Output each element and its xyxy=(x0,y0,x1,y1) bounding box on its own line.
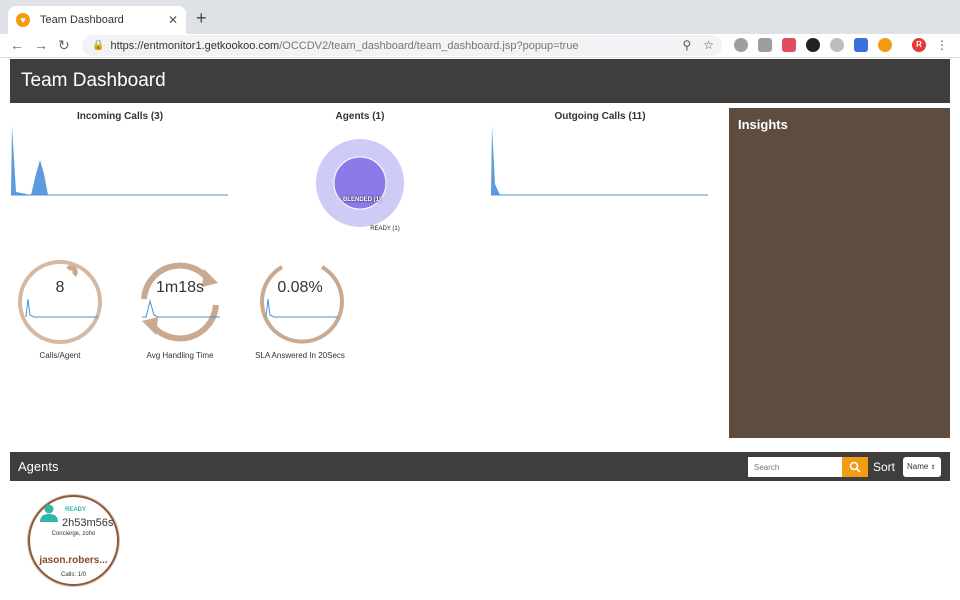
agents-section-title: Agents xyxy=(18,459,59,474)
kpi-sla-answered: 0.08% SLA Answered In 20Secs xyxy=(252,257,348,367)
extension-icon[interactable] xyxy=(734,38,748,52)
extension-icon[interactable] xyxy=(782,38,796,52)
insights-title: Insights xyxy=(738,117,788,132)
kpi-sparkline xyxy=(265,298,338,318)
reload-icon[interactable]: ↻ xyxy=(58,37,70,54)
kpi-value: 0.08% xyxy=(277,279,323,296)
browser-toolbar: ← → ↻ 🔒 https://entmonitor1.getkookoo.co… xyxy=(0,34,960,58)
url-text: https://entmonitor1.getkookoo.com/OCCDV2… xyxy=(110,40,578,52)
browser-menu-icon[interactable]: ⋮ xyxy=(936,38,948,52)
outgoing-calls-area xyxy=(491,126,708,195)
donut-outer-label: READY (1) xyxy=(370,226,400,232)
kpi-ring-arrowhead xyxy=(142,317,158,335)
kpi-sparkline xyxy=(25,298,98,318)
zoom-icon[interactable]: ⚲ xyxy=(682,38,691,52)
kpi-avg-handling-time: 1m18s Avg Handling Time xyxy=(132,257,228,367)
agent-search-input[interactable] xyxy=(748,457,842,477)
kpi-cycle-ring-icon xyxy=(141,262,220,342)
address-bar[interactable]: 🔒 https://entmonitor1.getkookoo.com/OCCD… xyxy=(82,35,722,56)
incoming-calls-title: Incoming Calls (3) xyxy=(76,111,164,122)
donut-inner-label: BLENDED (1) xyxy=(342,197,381,203)
kpi-ring-accent xyxy=(66,265,78,277)
kpi-label: Calls/Agent xyxy=(39,351,81,360)
sort-toggle-icon: ⇕ xyxy=(930,465,936,471)
agent-queues: Concierge, zoho xyxy=(51,531,96,537)
app-header: Team Dashboard xyxy=(10,59,950,103)
profile-avatar[interactable]: R xyxy=(912,38,926,52)
incoming-calls-area xyxy=(11,126,228,195)
close-icon[interactable]: ✕ xyxy=(168,13,178,27)
back-arrow-icon[interactable]: ← xyxy=(10,37,24,53)
page-title: Team Dashboard xyxy=(21,70,166,91)
new-tab-icon[interactable]: + xyxy=(196,8,207,29)
outgoing-calls-chart xyxy=(491,126,708,196)
agent-name: jason.robers... xyxy=(39,555,108,566)
extensions-area: R xyxy=(734,38,926,52)
agent-calls-count: Calls: 1/0 xyxy=(60,572,86,578)
search-button[interactable] xyxy=(842,457,868,477)
extension-icon[interactable] xyxy=(878,38,892,52)
bookmark-star-icon[interactable]: ☆ xyxy=(703,38,714,52)
extension-icon[interactable] xyxy=(758,38,772,52)
kpi-value: 1m18s xyxy=(155,279,205,296)
kookoo-favicon-icon: ♥ xyxy=(16,13,30,27)
sort-select[interactable]: Name ⇕ xyxy=(903,457,941,477)
kpi-sparkline xyxy=(142,299,220,318)
url-path: /OCCDV2/team_dashboard/team_dashboard.js… xyxy=(279,39,579,52)
extension-icon[interactable] xyxy=(854,38,868,52)
agents-donut-chart xyxy=(316,139,404,227)
lock-icon: 🔒 xyxy=(92,40,105,51)
tab-title: Team Dashboard xyxy=(40,14,124,26)
incoming-calls-chart xyxy=(11,126,228,196)
url-host: https://entmonitor1.getkookoo.com xyxy=(110,39,280,52)
sort-label: Sort xyxy=(873,460,896,474)
browser-tabbar: ♥ Team Dashboard ✕ + xyxy=(0,0,960,34)
kpi-value: 8 xyxy=(55,279,65,296)
kpi-label: Avg Handling Time xyxy=(146,351,214,360)
sort-selected-value: Name xyxy=(907,462,929,471)
kpi-ring-track xyxy=(18,260,102,344)
browser-tab[interactable]: ♥ Team Dashboard ✕ xyxy=(8,6,186,34)
agent-status-badge: READY xyxy=(65,507,87,513)
kpi-label: SLA Answered In 20Secs xyxy=(255,351,345,360)
extension-icon[interactable] xyxy=(806,38,820,52)
kpi-ring-icon xyxy=(18,260,102,344)
outgoing-calls-title: Outgoing Calls (11) xyxy=(554,111,646,122)
agent-status-duration: 2h53m56s xyxy=(62,517,114,529)
kpi-ring-icon xyxy=(260,265,344,344)
extension-icon[interactable] xyxy=(830,38,844,52)
insights-panel: Insights xyxy=(729,108,950,438)
forward-arrow-icon[interactable]: → xyxy=(34,37,48,53)
search-icon xyxy=(849,461,861,473)
kpi-ring-arc-lower xyxy=(149,304,219,342)
agent-user-icon xyxy=(40,504,58,522)
agents-chart-title: Agents (1) xyxy=(335,111,385,122)
agent-card[interactable]: READY 2h53m56s Concierge, zoho jason.rob… xyxy=(28,495,119,586)
agents-section-header: Agents Sort Name ⇕ xyxy=(10,452,950,481)
kpi-calls-per-agent: 8 Calls/Agent xyxy=(12,257,108,367)
